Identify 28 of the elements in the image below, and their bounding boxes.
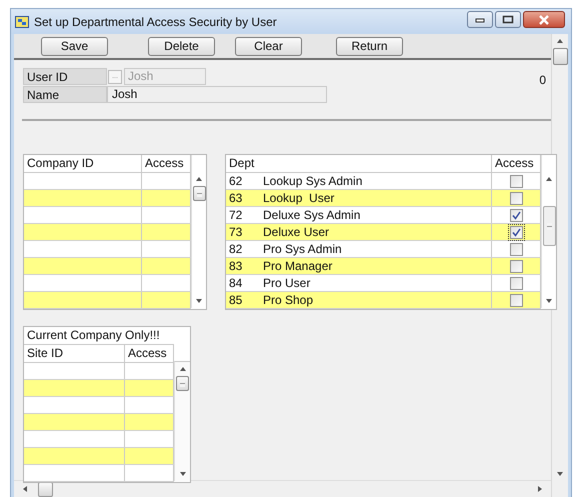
toolbar-button[interactable]: Delete bbox=[148, 36, 215, 56]
field-label: Name bbox=[23, 86, 107, 103]
dept-id: 84 bbox=[228, 276, 244, 290]
field-label: User ID bbox=[23, 68, 107, 85]
window-title: Set up Departmental Access Security by User bbox=[34, 14, 278, 28]
dept-id: 63 bbox=[228, 191, 244, 205]
dept-name: Deluxe Sys Admin bbox=[263, 208, 360, 222]
dept-name: Lookup User bbox=[263, 191, 334, 205]
dept-name: Deluxe User bbox=[263, 225, 330, 239]
dept-name: Pro Manager bbox=[263, 259, 332, 273]
dept-name: Pro User bbox=[263, 276, 310, 290]
name-field[interactable]: Josh bbox=[107, 86, 327, 103]
dept-name: Lookup Sys Admin bbox=[263, 174, 362, 188]
column-header: Company ID bbox=[24, 155, 142, 172]
dept-id: 83 bbox=[228, 259, 244, 273]
dept-id: 62 bbox=[228, 174, 244, 188]
dept-id: 82 bbox=[228, 242, 244, 256]
dept-id: 73 bbox=[228, 225, 244, 239]
column-header: Site ID bbox=[24, 345, 125, 362]
toolbar-button[interactable]: Return bbox=[336, 36, 403, 56]
toolbar-button[interactable]: Save bbox=[41, 36, 108, 56]
dept-name: Pro Sys Admin bbox=[263, 242, 342, 256]
dept-id: 72 bbox=[228, 208, 244, 222]
dept-id: 85 bbox=[228, 293, 244, 307]
count-value: 0 bbox=[539, 73, 546, 87]
column-header: Dept bbox=[226, 155, 492, 172]
dept-name: Pro Shop bbox=[263, 293, 314, 307]
toolbar-button[interactable]: Clear bbox=[235, 36, 302, 56]
